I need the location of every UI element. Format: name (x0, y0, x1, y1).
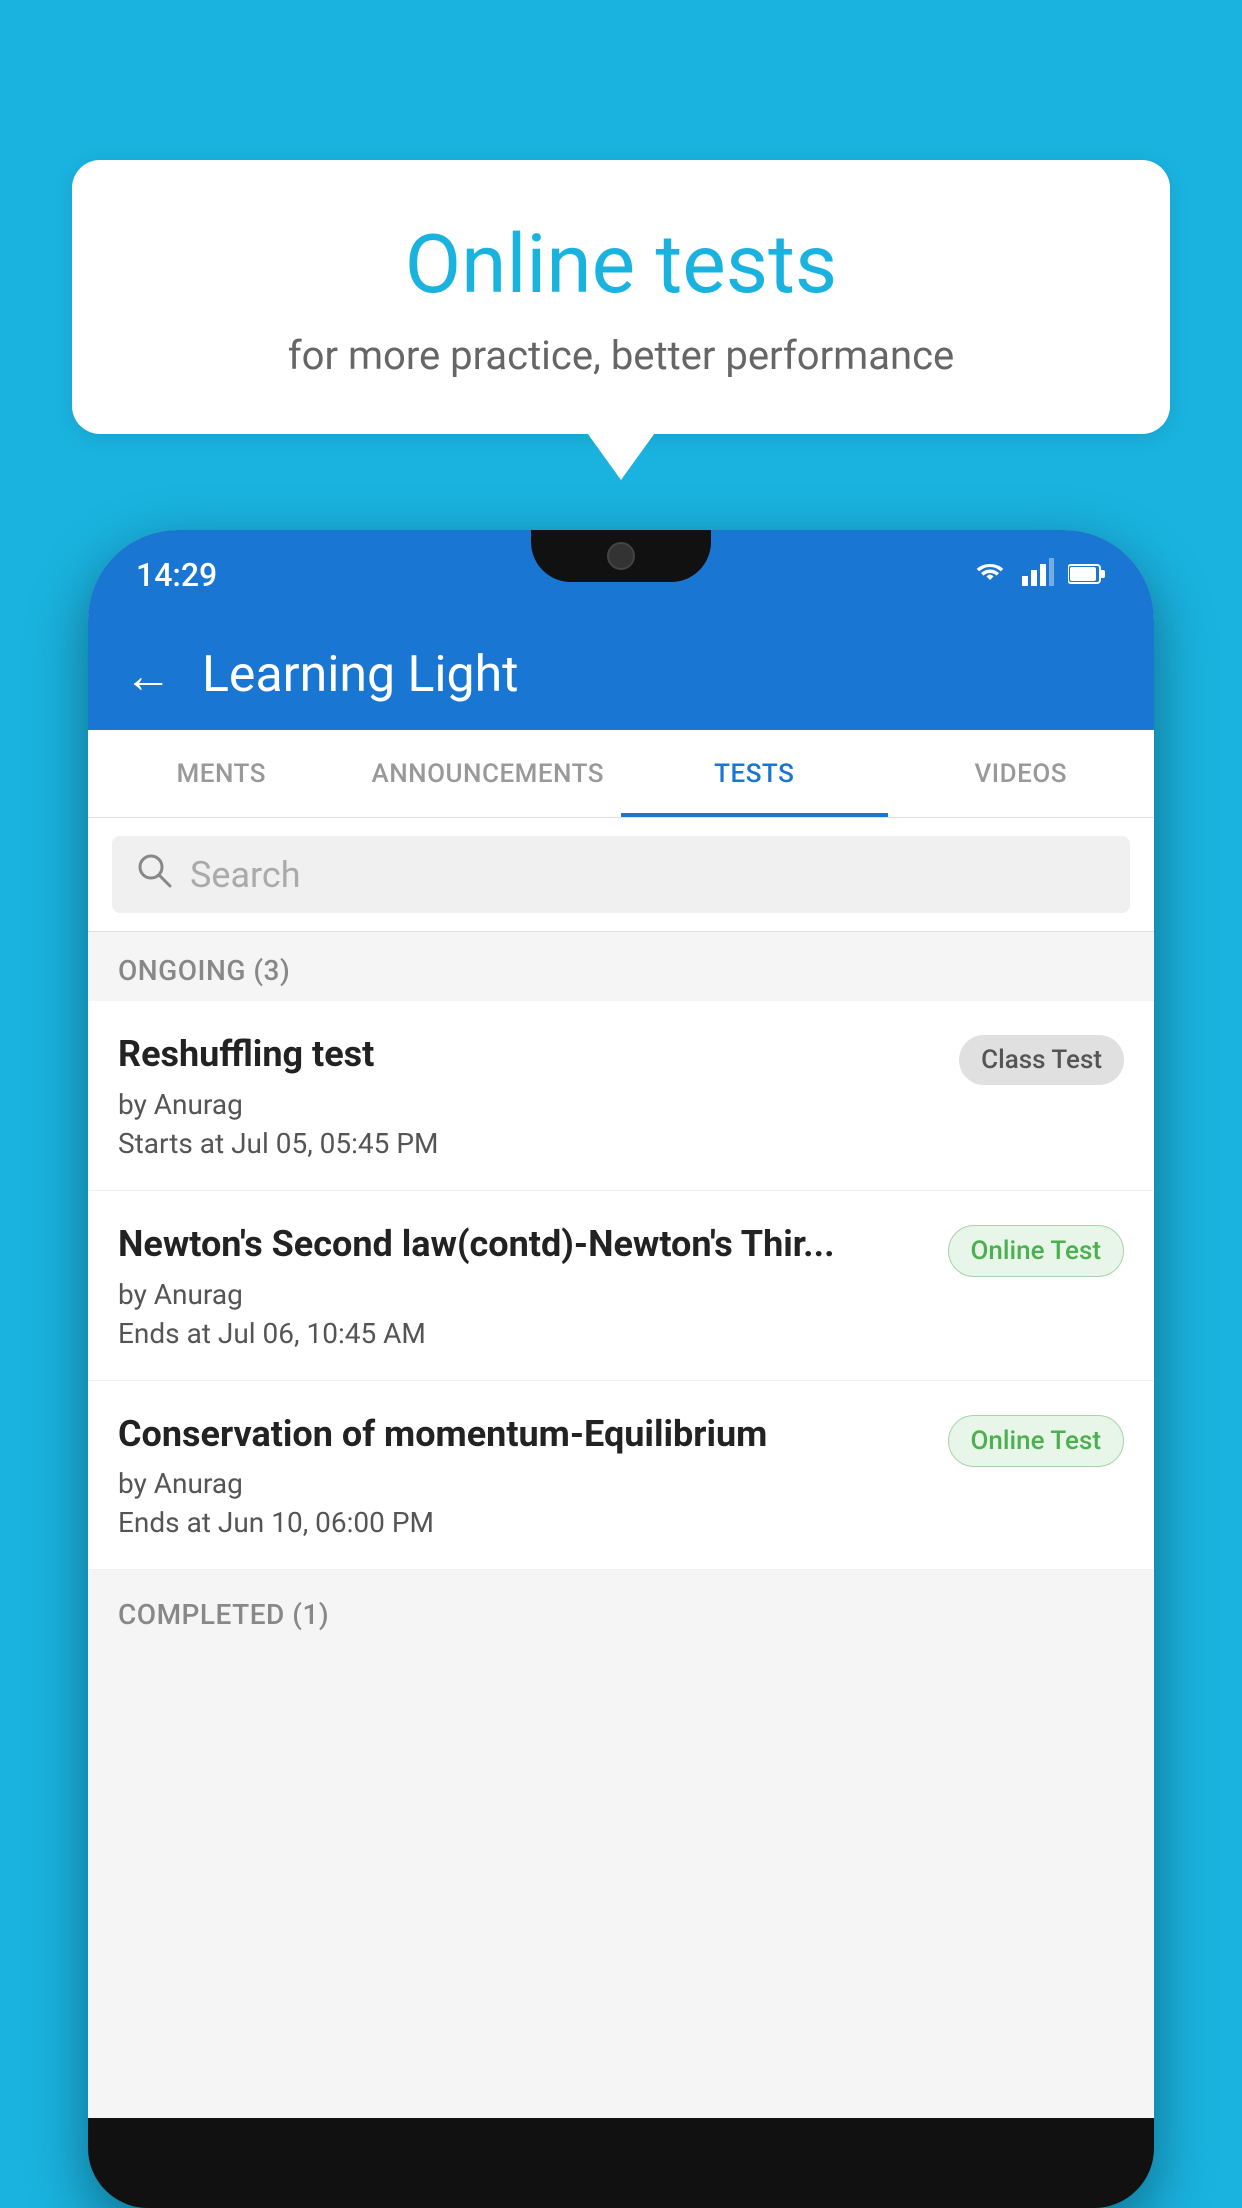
tab-announcements[interactable]: ANNOUNCEMENTS (355, 730, 622, 817)
back-button[interactable]: ← (124, 647, 172, 704)
test-info-1: Reshuffling test by Anurag Starts at Jul… (118, 1031, 959, 1160)
wifi-icon (972, 558, 1008, 593)
test-item-3[interactable]: Conservation of momentum-Equilibrium by … (88, 1381, 1154, 1571)
speech-bubble-title: Online tests (112, 220, 1130, 310)
test-info-3: Conservation of momentum-Equilibrium by … (118, 1411, 948, 1540)
test-name-3: Conservation of momentum-Equilibrium (118, 1411, 928, 1458)
test-info-2: Newton's Second law(contd)-Newton's Thir… (118, 1221, 948, 1350)
app-header: ← Learning Light (88, 620, 1154, 730)
test-date-3: Ends at Jun 10, 06:00 PM (118, 1506, 928, 1539)
tab-tests[interactable]: TESTS (621, 730, 888, 817)
test-date-2: Ends at Jul 06, 10:45 AM (118, 1317, 928, 1350)
test-name-2: Newton's Second law(contd)-Newton's Thir… (118, 1221, 928, 1268)
phone-screen: 14:29 (88, 530, 1154, 2118)
signal-icon (1022, 558, 1054, 593)
test-item-2[interactable]: Newton's Second law(contd)-Newton's Thir… (88, 1191, 1154, 1381)
test-author-3: by Anurag (118, 1467, 928, 1500)
search-input[interactable]: Search (190, 854, 301, 896)
speech-bubble-subtitle: for more practice, better performance (112, 332, 1130, 379)
tab-videos[interactable]: VIDEOS (888, 730, 1155, 817)
test-author-2: by Anurag (118, 1278, 928, 1311)
tab-bar: MENTS ANNOUNCEMENTS TESTS VIDEOS (88, 730, 1154, 818)
screen-content: Search ONGOING (3) Reshuffling test by A… (88, 818, 1154, 2118)
test-list: Reshuffling test by Anurag Starts at Jul… (88, 1001, 1154, 1570)
test-name-1: Reshuffling test (118, 1031, 939, 1078)
phone-frame: 14:29 (88, 530, 1154, 2208)
test-badge-1: Class Test (959, 1035, 1124, 1085)
test-item-1[interactable]: Reshuffling test by Anurag Starts at Jul… (88, 1001, 1154, 1191)
test-date-1: Starts at Jul 05, 05:45 PM (118, 1127, 939, 1160)
test-badge-3: Online Test (948, 1415, 1125, 1467)
status-time: 14:29 (136, 556, 217, 594)
tab-ments[interactable]: MENTS (88, 730, 355, 817)
speech-bubble-card: Online tests for more practice, better p… (72, 160, 1170, 434)
ongoing-label: ONGOING (3) (118, 954, 290, 987)
search-icon (136, 852, 172, 897)
phone-notch (531, 530, 711, 582)
status-icons (972, 558, 1106, 593)
completed-label: COMPLETED (1) (118, 1598, 329, 1631)
status-bar: 14:29 (88, 530, 1154, 620)
test-badge-2: Online Test (948, 1225, 1125, 1277)
front-camera (607, 542, 635, 570)
battery-icon (1068, 559, 1106, 592)
test-author-1: by Anurag (118, 1088, 939, 1121)
app-title: Learning Light (202, 646, 519, 704)
search-input-wrapper[interactable]: Search (112, 836, 1130, 913)
ongoing-section-header: ONGOING (3) (88, 932, 1154, 1001)
search-container: Search (88, 818, 1154, 932)
completed-section-header: COMPLETED (1) (88, 1576, 1154, 1645)
